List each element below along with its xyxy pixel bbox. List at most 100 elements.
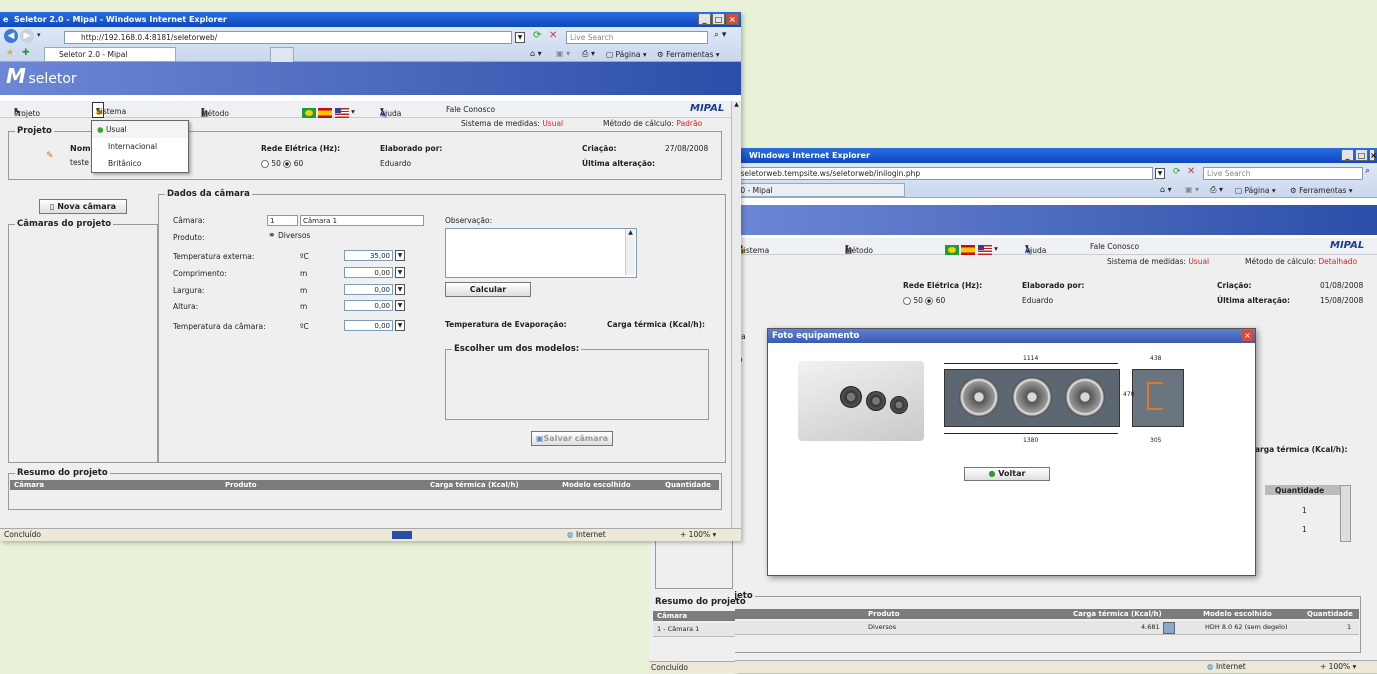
fale-conosco-link[interactable]: Fale Conosco xyxy=(1090,242,1139,251)
close-icon[interactable]: × xyxy=(726,13,739,25)
camara-number-input[interactable]: 1 xyxy=(267,215,298,226)
salvar-camara-button[interactable]: ▣Salvar câmara xyxy=(531,431,613,446)
add-favorites-icon[interactable]: ✚ xyxy=(22,48,30,58)
resumo-h-carga: Carga térmica (Kcal/h) xyxy=(1073,610,1162,618)
obs-textarea[interactable] xyxy=(445,228,637,278)
ferramentas-menu[interactable]: ⚙ Ferramentas ▾ xyxy=(1290,186,1353,195)
flag-brazil-icon xyxy=(302,108,316,118)
flag-spain-icon xyxy=(318,108,333,118)
fan-icon xyxy=(1012,377,1052,417)
window-1-search-input[interactable]: Live Search xyxy=(566,31,708,44)
fale-conosco-link[interactable]: Fale Conosco xyxy=(446,105,495,114)
alt-label: Altura: xyxy=(173,302,199,311)
radio-60[interactable] xyxy=(283,160,292,168)
alt-dropdown-icon[interactable]: ▼ xyxy=(395,300,405,311)
feeds-icon[interactable]: ▣ ▾ xyxy=(1185,185,1199,194)
scroll-up-icon[interactable]: ▲ xyxy=(732,101,741,108)
calcular-button[interactable]: Calcular xyxy=(445,282,531,297)
home-icon[interactable]: ⌂ ▾ xyxy=(1160,185,1172,194)
sistema-option-usual[interactable]: ● Usual xyxy=(92,121,188,138)
voltar-button[interactable]: ● Voltar xyxy=(964,467,1050,481)
edit-row-icon[interactable] xyxy=(1163,622,1175,634)
temp-ext-input[interactable]: 35,00 xyxy=(344,250,393,261)
statusbar-left: Concluído xyxy=(649,661,735,673)
search-icon[interactable]: ⌕ ▾ xyxy=(714,30,726,40)
ferramentas-label: Ferramentas xyxy=(666,50,714,59)
print-icon[interactable]: ⎙ ▾ xyxy=(1210,185,1223,195)
radio-60[interactable] xyxy=(925,297,934,305)
sistema-menu[interactable]: ● Sistema de medidas ▾ xyxy=(92,102,128,134)
voltar-label: Voltar xyxy=(998,469,1026,478)
dialog-titlebar[interactable]: Foto equipamento xyxy=(768,329,1255,343)
radio-50[interactable] xyxy=(261,160,269,168)
models-scrollbar[interactable] xyxy=(1340,485,1351,542)
close-icon[interactable]: × xyxy=(1369,149,1377,161)
window-1-tab[interactable]: Seletor 2.0 - Mipal xyxy=(44,47,176,61)
zoom-control[interactable]: + 100% ▾ xyxy=(680,529,716,541)
projeto-label: Projeto xyxy=(14,109,41,118)
ferramentas-menu[interactable]: ⚙ Ferramentas ▾ xyxy=(657,50,720,59)
refresh-icon[interactable]: ⟳ xyxy=(533,30,541,41)
language-menu[interactable]: ▾ xyxy=(945,241,998,255)
edit-pencil-icon[interactable]: ✎ xyxy=(46,151,54,161)
print-icon[interactable]: ⎙ ▾ xyxy=(582,49,595,59)
window-2-titlebar[interactable]: Windows Internet Explorer _ □ × xyxy=(735,148,1377,163)
temp-cam-input[interactable]: 0,00 xyxy=(344,320,393,331)
stop-icon[interactable]: ✕ xyxy=(549,30,557,41)
dim-width-bottom: 1380 xyxy=(1023,437,1039,444)
metodo-menu[interactable]: ▦ Método de cálculo ▾ xyxy=(845,242,873,273)
resumo-h-modelo: Modelo escolhido xyxy=(562,481,631,489)
larg-input[interactable]: 0,00 xyxy=(344,284,393,295)
pagina-menu[interactable]: ▢ Página ▾ xyxy=(1235,186,1276,195)
window-2-tab[interactable]: .0 - Mipal xyxy=(735,183,905,197)
elaborado-label: Elaborado por: xyxy=(380,144,443,153)
window-2-search-input[interactable]: Live Search xyxy=(1203,167,1363,180)
metodo-menu[interactable]: ▦ Método de cálculo ▾ xyxy=(201,105,229,136)
stop-icon[interactable]: ✕ xyxy=(1187,166,1195,177)
minimize-icon[interactable]: _ xyxy=(1341,149,1354,161)
alt-input[interactable]: 0,00 xyxy=(344,300,393,311)
zone-label: Internet xyxy=(1215,662,1246,671)
maximize-icon[interactable]: □ xyxy=(1355,149,1368,161)
camara-name-input[interactable]: Câmara 1 xyxy=(300,215,424,226)
zoom-control[interactable]: + 100% ▾ xyxy=(1320,661,1356,673)
refresh-icon[interactable]: ⟳ xyxy=(1173,167,1181,177)
ajuda-menu[interactable]: ◉ Ajuda ▾ xyxy=(1025,242,1046,255)
temp-cam-dropdown-icon[interactable]: ▼ xyxy=(395,320,405,331)
url-dropdown-icon[interactable]: ▼ xyxy=(1155,168,1165,179)
new-tab-button[interactable] xyxy=(270,47,294,62)
comp-dropdown-icon[interactable]: ▼ xyxy=(395,267,405,278)
window-1-scrollbar[interactable]: ▲ xyxy=(731,101,741,529)
temp-ext-dropdown-icon[interactable]: ▼ xyxy=(395,250,405,261)
search-icon[interactable]: ⌕ xyxy=(1365,166,1370,176)
minimize-icon[interactable]: _ xyxy=(698,13,711,25)
sistema-option-britanico[interactable]: Britânico xyxy=(92,155,188,172)
projeto-menu[interactable]: ⚗ Projeto ▾ xyxy=(14,105,40,118)
flag-usa-icon xyxy=(334,108,349,118)
obs-scrollbar[interactable]: ▲ xyxy=(625,229,635,275)
history-dropdown-icon[interactable]: ▾ xyxy=(37,31,41,39)
url-dropdown-icon[interactable]: ▼ xyxy=(515,32,525,43)
produto-selector[interactable]: ⚭ Diversos xyxy=(268,231,310,241)
pagina-menu[interactable]: ▢ Página ▾ xyxy=(606,50,647,59)
larg-dropdown-icon[interactable]: ▼ xyxy=(395,284,405,295)
ajuda-menu[interactable]: ◉ Ajuda ▾ xyxy=(380,105,401,118)
maximize-icon[interactable]: □ xyxy=(712,13,725,25)
sistema-option-internacional[interactable]: Internacional xyxy=(92,138,188,155)
status-text: Concluído xyxy=(651,663,688,672)
comp-input[interactable]: 0,00 xyxy=(344,267,393,278)
window-1-url-field[interactable]: http://192.168.0.4:8181/seletorweb/ xyxy=(64,31,512,44)
window-2-url-field[interactable]: /seletorweb.tempsite.ws/seletorweb/inilo… xyxy=(735,167,1153,180)
radio-50[interactable] xyxy=(903,297,911,305)
back-icon[interactable]: ◀ xyxy=(4,29,18,43)
nova-camara-button[interactable]: ▯ Nova câmara xyxy=(39,199,127,214)
forward-icon[interactable]: ▶ xyxy=(20,29,34,43)
fan-icon xyxy=(959,377,999,417)
language-menu[interactable]: ▾ xyxy=(302,104,355,118)
feeds-icon[interactable]: ▣ ▾ xyxy=(556,49,570,58)
criacao-label: Criação: xyxy=(582,144,617,153)
dialog-close-icon[interactable]: × xyxy=(1242,330,1253,341)
home-icon[interactable]: ⌂ ▾ xyxy=(530,49,542,58)
window-1-titlebar[interactable]: e Seletor 2.0 - Mipal - Windows Internet… xyxy=(0,12,741,27)
favorites-star-icon[interactable]: ★ xyxy=(6,48,14,58)
